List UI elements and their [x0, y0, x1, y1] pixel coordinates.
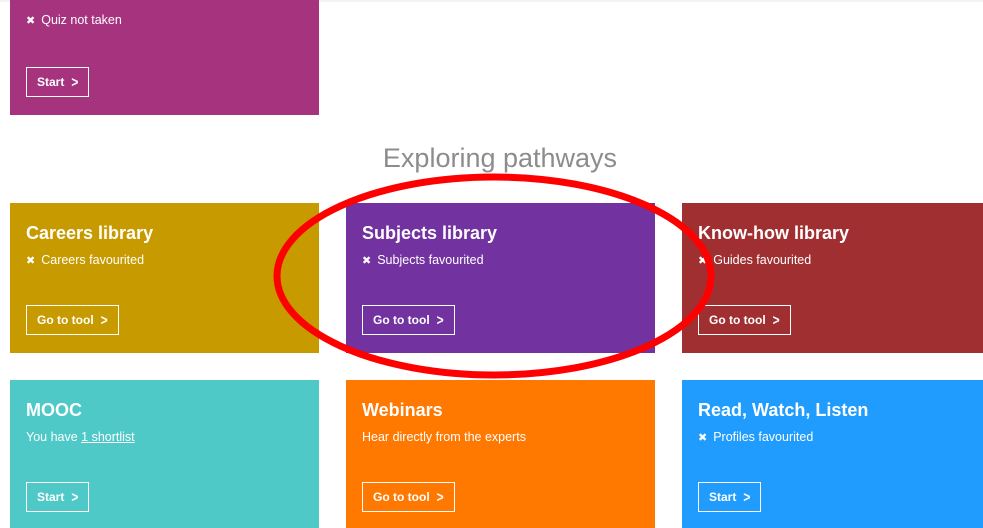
section-heading: Exploring pathways	[382, 143, 618, 173]
x-icon: ✖	[698, 255, 708, 267]
careers-go-to-tool-button[interactable]: Go to tool >	[26, 305, 119, 335]
x-icon: ✖	[26, 255, 36, 267]
card-title: Careers library	[26, 223, 154, 243]
card-title: Subjects library	[362, 223, 498, 243]
card-status: You have 1 shortlist	[26, 430, 135, 444]
careers-library-card: Careers library ✖ Careers favourited Go t…	[10, 203, 319, 353]
subjects-go-to-tool-button[interactable]: Go to tool >	[362, 305, 455, 335]
chevron-right-icon: >	[436, 488, 444, 506]
chevron-right-icon: >	[71, 73, 79, 91]
card-status: ✖ Subjects favourited	[362, 253, 484, 267]
webinars-go-to-tool-button[interactable]: Go to tool >	[362, 482, 455, 512]
chevron-right-icon: >	[436, 311, 444, 329]
card-title: MOOC	[26, 400, 82, 420]
x-icon: ✖	[362, 255, 372, 267]
know-how-library-card: Know-how library ✖ Guides favourited Go t…	[682, 203, 983, 353]
read-watch-listen-start-button[interactable]: Start >	[698, 482, 762, 512]
card-title: Read, Watch, Listen	[698, 400, 869, 420]
mooc-start-button[interactable]: Start >	[26, 482, 90, 512]
card-status: ✖ Profiles favourited	[698, 430, 814, 444]
shortlist-link[interactable]: 1 shortlist	[81, 430, 135, 444]
chevron-right-icon: >	[71, 488, 79, 506]
card-status: Hear directly from the experts	[362, 430, 526, 444]
quiz-card: ✖ Quiz not taken Start >	[10, 0, 319, 115]
chevron-right-icon: >	[743, 488, 751, 506]
chevron-right-icon: >	[100, 311, 108, 329]
subjects-library-card: Subjects library ✖ Subjects favourited Go…	[346, 203, 655, 353]
know-how-go-to-tool-button[interactable]: Go to tool >	[698, 305, 791, 335]
quiz-status: ✖ Quiz not taken	[26, 13, 122, 27]
x-icon: ✖	[698, 432, 708, 444]
card-title: Know-how library	[698, 223, 850, 243]
read-watch-listen-card: Read, Watch, Listen ✖ Profiles favourited…	[682, 380, 983, 528]
chevron-right-icon: >	[772, 311, 780, 329]
quiz-start-button[interactable]: Start >	[26, 67, 90, 97]
mooc-card: MOOC You have 1 shortlist Start >	[10, 380, 319, 528]
x-icon: ✖	[26, 15, 36, 27]
webinars-card: Webinars Hear directly from the experts …	[346, 380, 655, 528]
card-status: ✖ Careers favourited	[26, 253, 145, 267]
card-status: ✖ Guides favourited	[698, 253, 812, 267]
card-title: Webinars	[362, 400, 443, 420]
